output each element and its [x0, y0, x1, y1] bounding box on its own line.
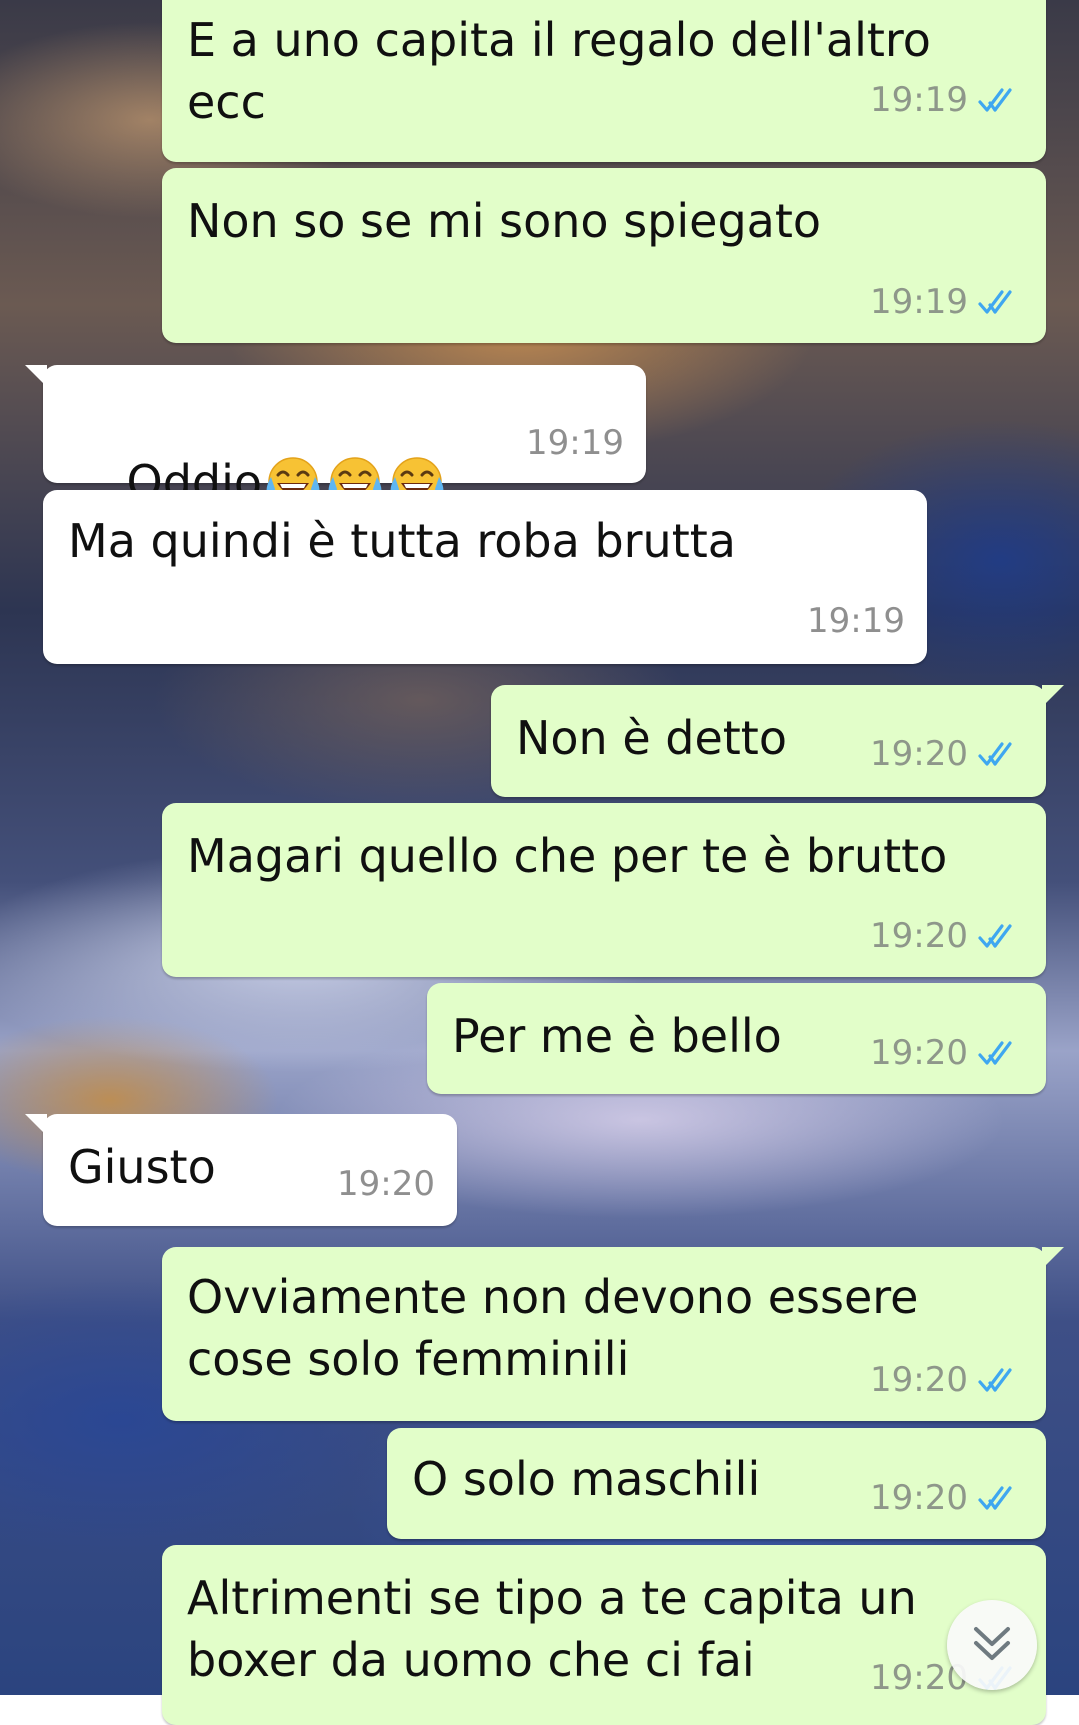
message-time: 19:19 — [870, 282, 968, 322]
message-text: O solo maschili — [412, 1452, 761, 1506]
chevron-double-down-icon — [974, 1627, 1010, 1660]
message-incoming[interactable]: Oddio 19:19 — [25, 365, 646, 509]
message-outgoing[interactable]: O solo maschili 19:20 — [387, 1428, 1046, 1539]
message-text: Magari quello che per te è brutto — [187, 829, 948, 883]
message-outgoing[interactable]: Per me è bello 19:20 — [427, 983, 1046, 1094]
message-outgoing[interactable]: Altrimenti se tipo a te capita un boxer … — [162, 1545, 1046, 1725]
message-time: 19:19 — [807, 601, 905, 641]
double-check-icon — [978, 1365, 1024, 1395]
message-text: Altrimenti se tipo a te capita un boxer … — [187, 1571, 917, 1687]
message-time: 19:20 — [870, 1478, 968, 1518]
message-outgoing[interactable]: Non so se mi sono spiegato 19:19 — [162, 168, 1046, 343]
double-check-icon — [978, 1483, 1024, 1513]
message-text: Non so se mi sono spiegato — [187, 194, 822, 248]
message-outgoing[interactable]: E a uno capita il regalo dell'altro ecc … — [162, 0, 1046, 162]
double-check-icon — [978, 287, 1024, 317]
double-check-icon — [978, 1038, 1024, 1068]
message-text: Non è detto — [516, 711, 787, 765]
message-text: Ovviamente non devono essere cose solo f… — [187, 1270, 919, 1386]
double-check-icon — [978, 739, 1024, 769]
message-time: 19:20 — [870, 1033, 968, 1073]
message-outgoing[interactable]: Ovviamente non devono essere cose solo f… — [162, 1247, 1064, 1421]
message-text: Per me è bello — [452, 1009, 782, 1063]
message-time: 19:20 — [870, 734, 968, 774]
double-check-icon — [978, 85, 1024, 115]
message-outgoing[interactable]: Non è detto 19:20 — [491, 685, 1064, 797]
scroll-to-bottom-button[interactable] — [947, 1600, 1037, 1690]
message-time: 19:20 — [870, 916, 968, 956]
message-outgoing[interactable]: Magari quello che per te è brutto 19:20 — [162, 803, 1046, 977]
message-time: 19:20 — [337, 1164, 435, 1204]
message-text: Ma quindi è tutta roba brutta — [68, 514, 736, 568]
message-time: 19:19 — [526, 423, 624, 463]
message-incoming[interactable]: Ma quindi è tutta roba brutta 19:19 — [43, 490, 927, 664]
message-text: Giusto — [68, 1140, 216, 1194]
message-text: E a uno capita il regalo dell'altro ecc — [187, 13, 931, 129]
double-check-icon — [978, 921, 1024, 951]
message-time: 19:19 — [870, 80, 968, 120]
message-incoming[interactable]: Giusto 19:20 — [25, 1114, 457, 1226]
message-time: 19:20 — [870, 1360, 968, 1400]
